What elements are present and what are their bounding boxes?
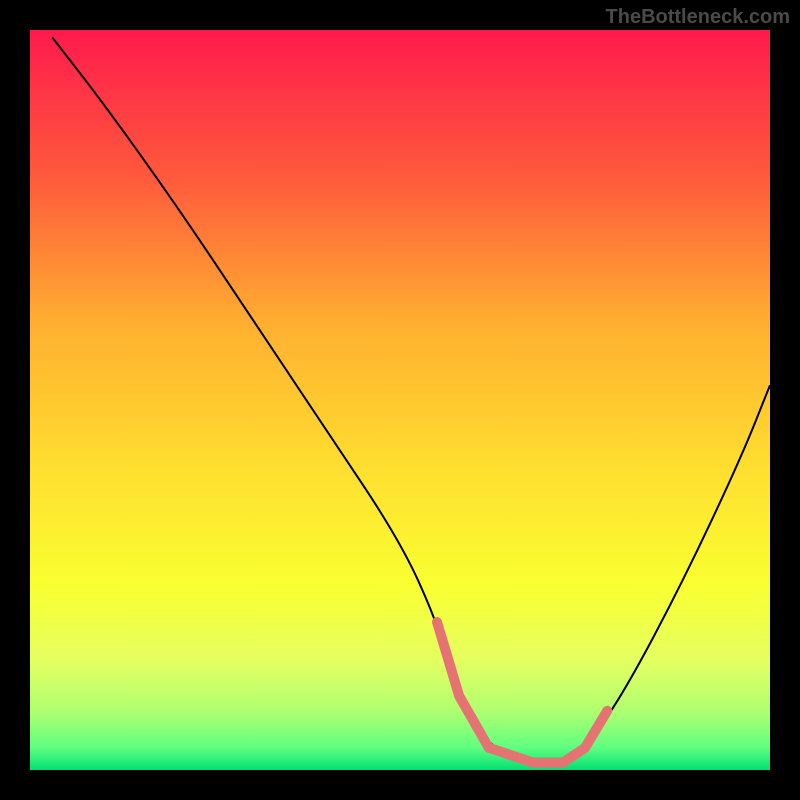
plot-frame xyxy=(30,30,770,770)
gradient-background xyxy=(30,30,770,770)
watermark-text: TheBottleneck.com xyxy=(606,6,790,29)
chart-svg xyxy=(30,30,770,770)
